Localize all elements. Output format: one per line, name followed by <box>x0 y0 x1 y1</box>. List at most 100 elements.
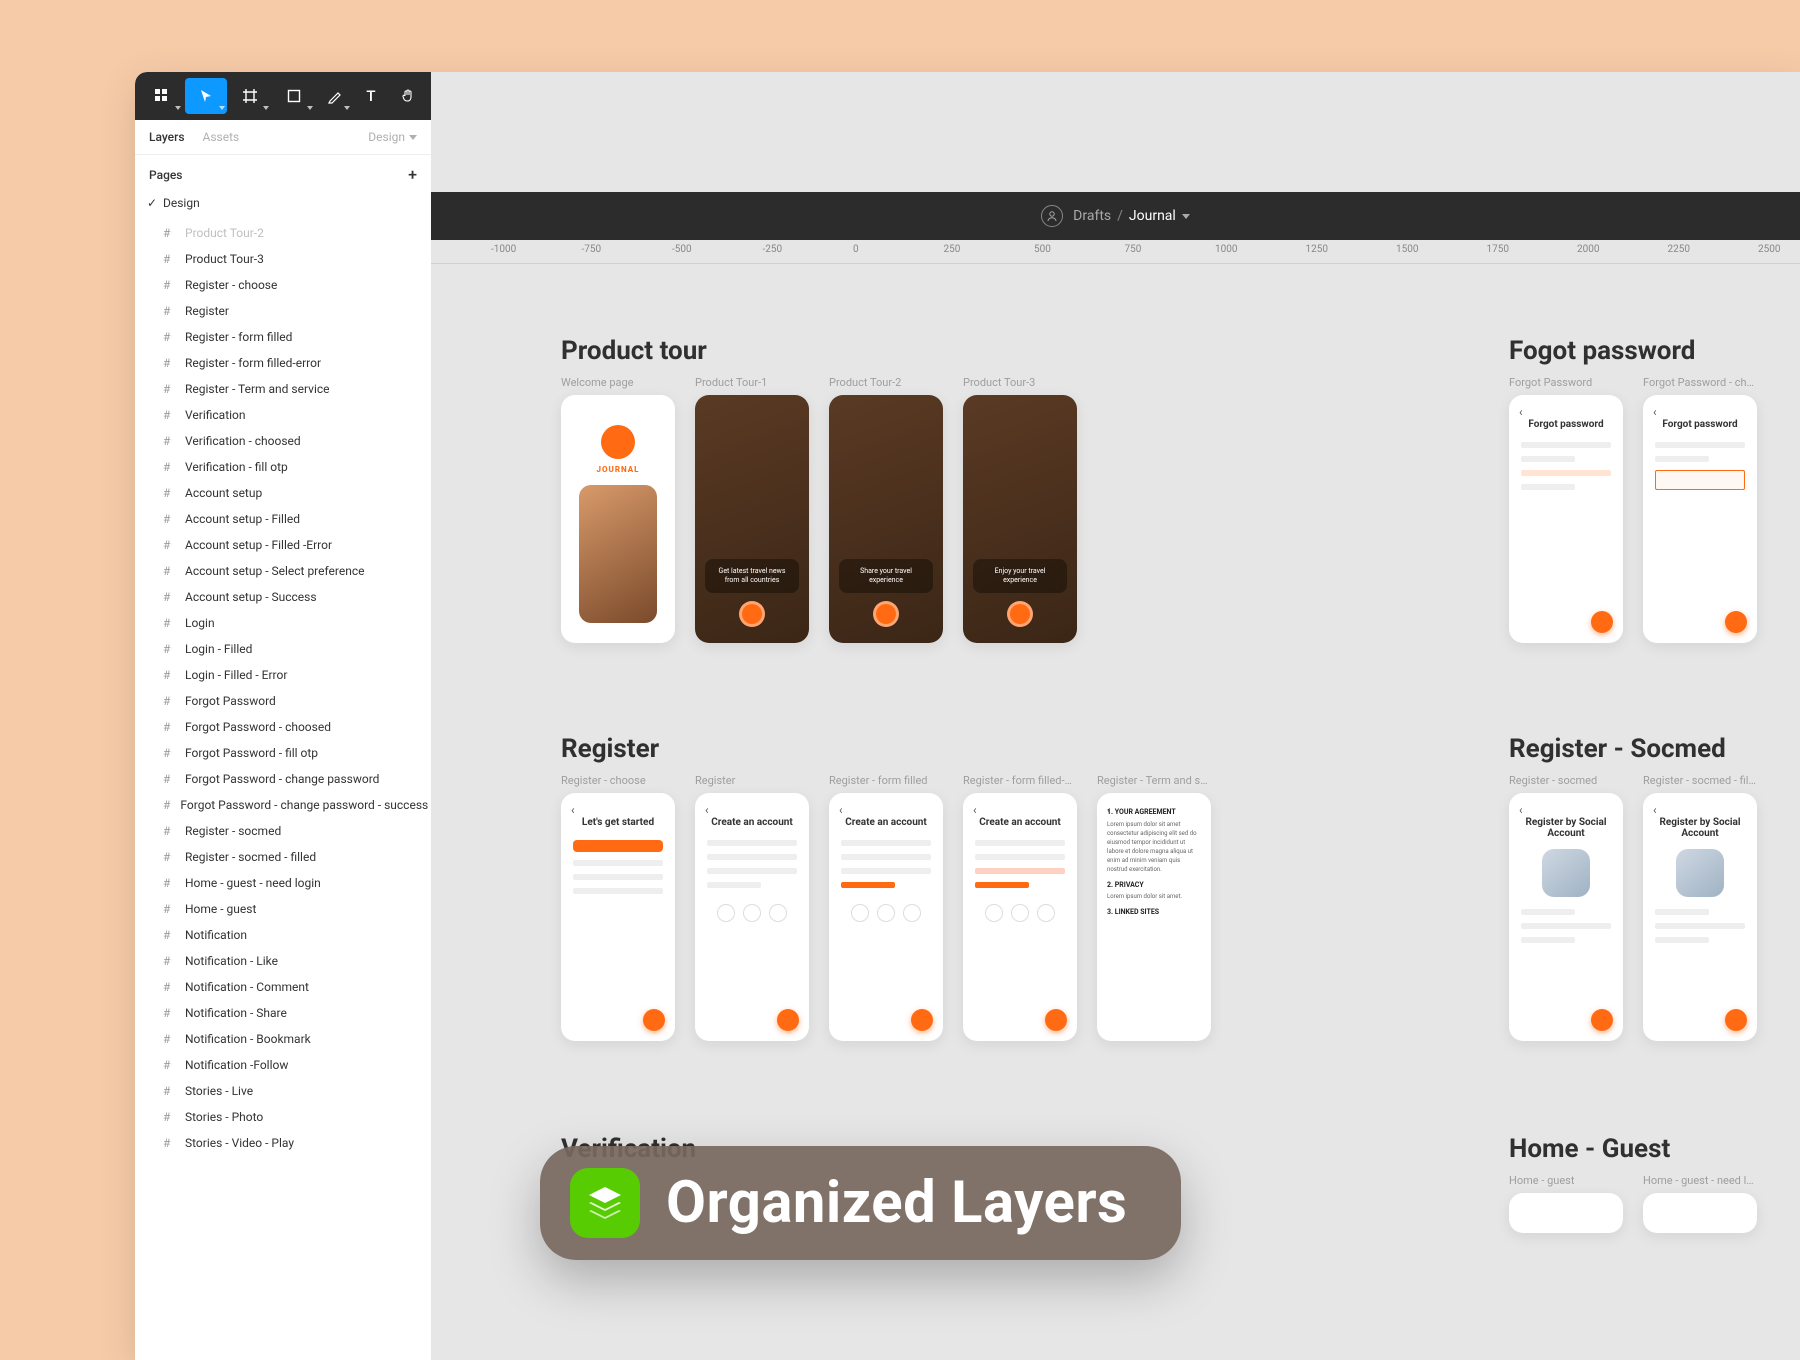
panel-mode-selector[interactable]: Design <box>368 130 417 144</box>
fab-button <box>1725 1009 1747 1031</box>
page-item-design[interactable]: ✓ Design <box>135 190 431 216</box>
layer-row[interactable]: #Home - guest - need login <box>135 870 431 896</box>
layer-row[interactable]: #Verification <box>135 402 431 428</box>
shape-tool-button[interactable] <box>273 78 315 114</box>
layer-row[interactable]: #Register - form filled-error <box>135 350 431 376</box>
layer-row[interactable]: #Register - form filled <box>135 324 431 350</box>
frame-product-tour-2[interactable]: Share your travel experience <box>829 395 943 643</box>
frame-home-guest[interactable] <box>1509 1193 1623 1233</box>
frame-forgot-password-choosed[interactable]: ‹ Forgot password <box>1643 395 1757 643</box>
tab-assets[interactable]: Assets <box>203 130 240 144</box>
layer-row[interactable]: #Login - Filled - Error <box>135 662 431 688</box>
layer-row[interactable]: #Login - Filled <box>135 636 431 662</box>
side-panel-tabs: Layers Assets Design <box>135 120 431 155</box>
tab-layers[interactable]: Layers <box>149 130 185 144</box>
user-avatar-icon[interactable] <box>1041 205 1063 227</box>
frame-label[interactable]: Welcome page <box>561 376 675 389</box>
hand-tool-icon <box>400 88 416 104</box>
pen-tool-button[interactable] <box>317 78 352 114</box>
layer-row[interactable]: #Stories - Video - Play <box>135 1130 431 1156</box>
frame-label[interactable]: Product Tour-2 <box>829 376 943 389</box>
layer-row[interactable]: #Verification - fill otp <box>135 454 431 480</box>
frame-home-guest-need-login[interactable] <box>1643 1193 1757 1233</box>
hand-tool-button[interactable] <box>390 78 425 114</box>
frame-product-tour-1[interactable]: Get latest travel news from all countrie… <box>695 395 809 643</box>
breadcrumb-file[interactable]: Journal <box>1129 208 1176 224</box>
layer-row[interactable]: #Forgot Password - change password - suc… <box>135 792 431 818</box>
layer-row[interactable]: #Notification - Bookmark <box>135 1026 431 1052</box>
layer-row[interactable]: #Verification - choosed <box>135 428 431 454</box>
frame-register[interactable]: ‹ Create an account <box>695 793 809 1041</box>
layer-row[interactable]: #Account setup <box>135 480 431 506</box>
frame-forgot-password[interactable]: ‹ Forgot password <box>1509 395 1623 643</box>
layer-row[interactable]: #Account setup - Select preference <box>135 558 431 584</box>
layers-list[interactable]: #Product Tour-2#Product Tour-3#Register … <box>135 216 431 1360</box>
layer-label: Notification - Like <box>185 954 278 968</box>
layer-row[interactable]: #Register <box>135 298 431 324</box>
layer-row[interactable]: #Home - guest <box>135 896 431 922</box>
layer-row[interactable]: #Notification -Follow <box>135 1052 431 1078</box>
text-tool-button[interactable]: T <box>354 78 389 114</box>
layer-label: Verification - fill otp <box>185 460 288 474</box>
frame-label[interactable]: Product Tour-1 <box>695 376 809 389</box>
layer-row[interactable]: #Forgot Password - choosed <box>135 714 431 740</box>
ruler-tick: -250 <box>763 244 783 255</box>
layer-row[interactable]: #Register - choose <box>135 272 431 298</box>
layer-row[interactable]: #Account setup - Success <box>135 584 431 610</box>
add-page-button[interactable]: + <box>408 165 417 184</box>
layer-row[interactable]: #Account setup - Filled <box>135 506 431 532</box>
frame-label[interactable]: Home - guest <box>1509 1174 1623 1187</box>
frame-label[interactable]: Register - Term and ser... <box>1097 774 1211 787</box>
layer-row[interactable]: #Register - socmed - filled <box>135 844 431 870</box>
frame-label[interactable]: Forgot Password - choo... <box>1643 376 1757 389</box>
layer-row[interactable]: #Forgot Password <box>135 688 431 714</box>
frame-icon: # <box>163 1084 175 1098</box>
frame-icon: # <box>163 876 175 890</box>
ruler-tick: 500 <box>1034 244 1051 255</box>
layer-row[interactable]: #Product Tour-3 <box>135 246 431 272</box>
layer-row[interactable]: #Product Tour-2 <box>135 220 431 246</box>
frame-label[interactable]: Register - form filled-error <box>963 774 1077 787</box>
frame-tool-button[interactable] <box>229 78 271 114</box>
frame-label[interactable]: Register - socmed <box>1509 774 1623 787</box>
frame-label[interactable]: Home - guest - need login <box>1643 1174 1757 1187</box>
frame-welcome[interactable]: JOURNAL <box>561 395 675 643</box>
frame-icon: # <box>163 434 175 448</box>
brand-logo-text: JOURNAL <box>597 465 640 474</box>
main-menu-button[interactable] <box>141 78 183 114</box>
frame-label[interactable]: Register - choose <box>561 774 675 787</box>
layer-row[interactable]: #Register - socmed <box>135 818 431 844</box>
frame-label[interactable]: Product Tour-3 <box>963 376 1077 389</box>
frame-icon: # <box>163 1136 175 1150</box>
frame-icon: # <box>163 486 175 500</box>
layer-row[interactable]: #Forgot Password - change password <box>135 766 431 792</box>
frame-label[interactable]: Register <box>695 774 809 787</box>
layer-row[interactable]: #Notification - Share <box>135 1000 431 1026</box>
layer-row[interactable]: #Account setup - Filled -Error <box>135 532 431 558</box>
move-tool-button[interactable] <box>185 78 227 114</box>
frame-register-socmed[interactable]: ‹ Register by Social Account <box>1509 793 1623 1041</box>
frame-icon: # <box>163 1110 175 1124</box>
layer-row[interactable]: #Notification <box>135 922 431 948</box>
layer-row[interactable]: #Stories - Live <box>135 1078 431 1104</box>
layer-row[interactable]: #Notification - Comment <box>135 974 431 1000</box>
layer-row[interactable]: #Forgot Password - fill otp <box>135 740 431 766</box>
frame-register-socmed-filled[interactable]: ‹ Register by Social Account <box>1643 793 1757 1041</box>
layer-row[interactable]: #Register - Term and service <box>135 376 431 402</box>
layer-row[interactable]: #Login <box>135 610 431 636</box>
frame-product-tour-3[interactable]: Enjoy your travel experience <box>963 395 1077 643</box>
frame-register-form-error[interactable]: ‹ Create an account <box>963 793 1077 1041</box>
screen-heading: Create an account <box>971 817 1069 828</box>
layer-row[interactable]: #Notification - Like <box>135 948 431 974</box>
frame-register-choose[interactable]: ‹ Let's get started <box>561 793 675 1041</box>
frame-label[interactable]: Forgot Password <box>1509 376 1623 389</box>
layer-row[interactable]: # Stories - Photo <box>135 1104 431 1130</box>
frame-register-terms[interactable]: ‹ 1. YOUR AGREEMENT Lorem ipsum dolor si… <box>1097 793 1211 1041</box>
frame-label[interactable]: Register - form filled <box>829 774 943 787</box>
chevron-down-icon[interactable] <box>1182 214 1190 219</box>
promo-badge: Organized Layers <box>540 1146 1181 1260</box>
layer-label: Stories - Photo <box>185 1110 263 1124</box>
breadcrumb-drafts[interactable]: Drafts <box>1073 208 1111 224</box>
frame-register-form-filled[interactable]: ‹ Create an account <box>829 793 943 1041</box>
frame-label[interactable]: Register - socmed - filled <box>1643 774 1757 787</box>
